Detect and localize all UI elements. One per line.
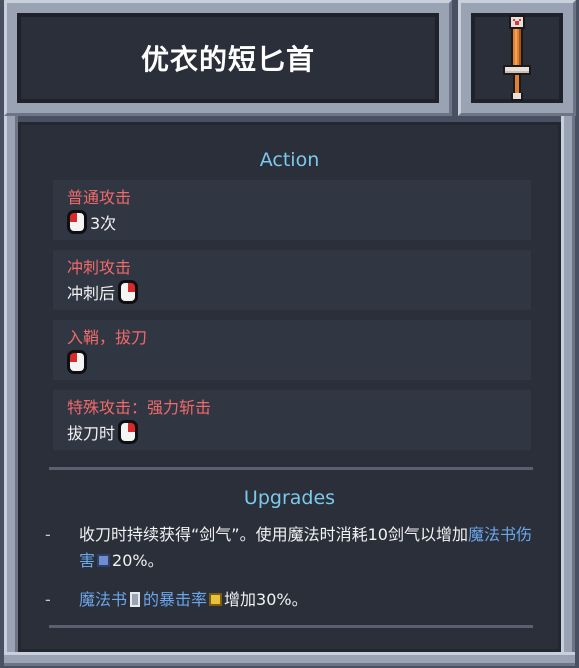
action-name: 特殊攻击：强力斩击 (67, 398, 212, 417)
action-desc-text: 3次 (90, 214, 117, 233)
item-title: 优衣的短匕首 (140, 43, 315, 76)
damage-stat-icon (97, 554, 111, 567)
spellbook-icon (130, 592, 141, 607)
action-heading: Action (259, 149, 320, 171)
frame-left-edge (4, 104, 18, 660)
section-divider (49, 467, 533, 470)
action-item: 入鞘，拔刀 (53, 320, 531, 380)
action-name: 普通攻击 (67, 188, 132, 207)
title-inner: 优衣的短匕首 (17, 13, 439, 103)
upgrades-heading: Upgrades (243, 487, 336, 509)
action-desc: 3次 (67, 209, 116, 235)
upgrade-text: 魔法书 的暴击率 增加30%。 (79, 587, 541, 613)
mouse-left-click-icon (67, 210, 87, 234)
action-item: 特殊攻击：强力斩击 拔刀时 (53, 390, 531, 450)
bullet-dash: - (45, 590, 51, 609)
mouse-left-click-icon (67, 350, 87, 374)
frame-bottom-edge (4, 652, 575, 666)
upgrade-text-part: 收刀时持续获得“剑气”。使用魔法时消耗10剑气以增加 (79, 525, 468, 544)
action-desc: 拔刀时 (67, 419, 139, 445)
item-icon-frame (471, 13, 563, 103)
upgrade-text: 收刀时持续获得“剑气”。使用魔法时消耗10剑气以增加魔法书伤害 20%。 (79, 522, 541, 574)
bullet-dash: - (45, 525, 51, 544)
frame-right-edge (561, 104, 575, 660)
action-item: 冲刺攻击 冲刺后 (53, 250, 531, 310)
action-desc: 冲刺后 (67, 279, 139, 305)
action-desc (67, 349, 87, 375)
upgrade-highlight: 魔法书 (79, 590, 128, 609)
mouse-right-click-icon (118, 280, 139, 304)
mouse-right-click-icon (118, 420, 139, 444)
dagger-icon (503, 15, 531, 101)
upgrade-text-part: 增加30%。 (224, 590, 308, 609)
title-box: 优衣的短匕首 (4, 0, 452, 116)
upgrade-text-part: 20%。 (112, 551, 164, 570)
section-divider (49, 625, 533, 628)
details-panel: Action 普通攻击 3次 冲刺攻击 冲刺后 入鞘，拔刀 特殊攻击：强力斩击 … (18, 122, 561, 652)
action-item: 普通攻击 3次 (53, 180, 531, 240)
action-desc-text: 冲刺后 (67, 284, 116, 303)
item-icon-box (458, 0, 576, 116)
action-name: 冲刺攻击 (67, 258, 132, 277)
upgrade-highlight: 的暴击率 (143, 590, 208, 609)
action-name: 入鞘，拔刀 (67, 328, 148, 347)
crit-stat-icon (209, 593, 223, 606)
action-desc-text: 拔刀时 (67, 424, 116, 443)
